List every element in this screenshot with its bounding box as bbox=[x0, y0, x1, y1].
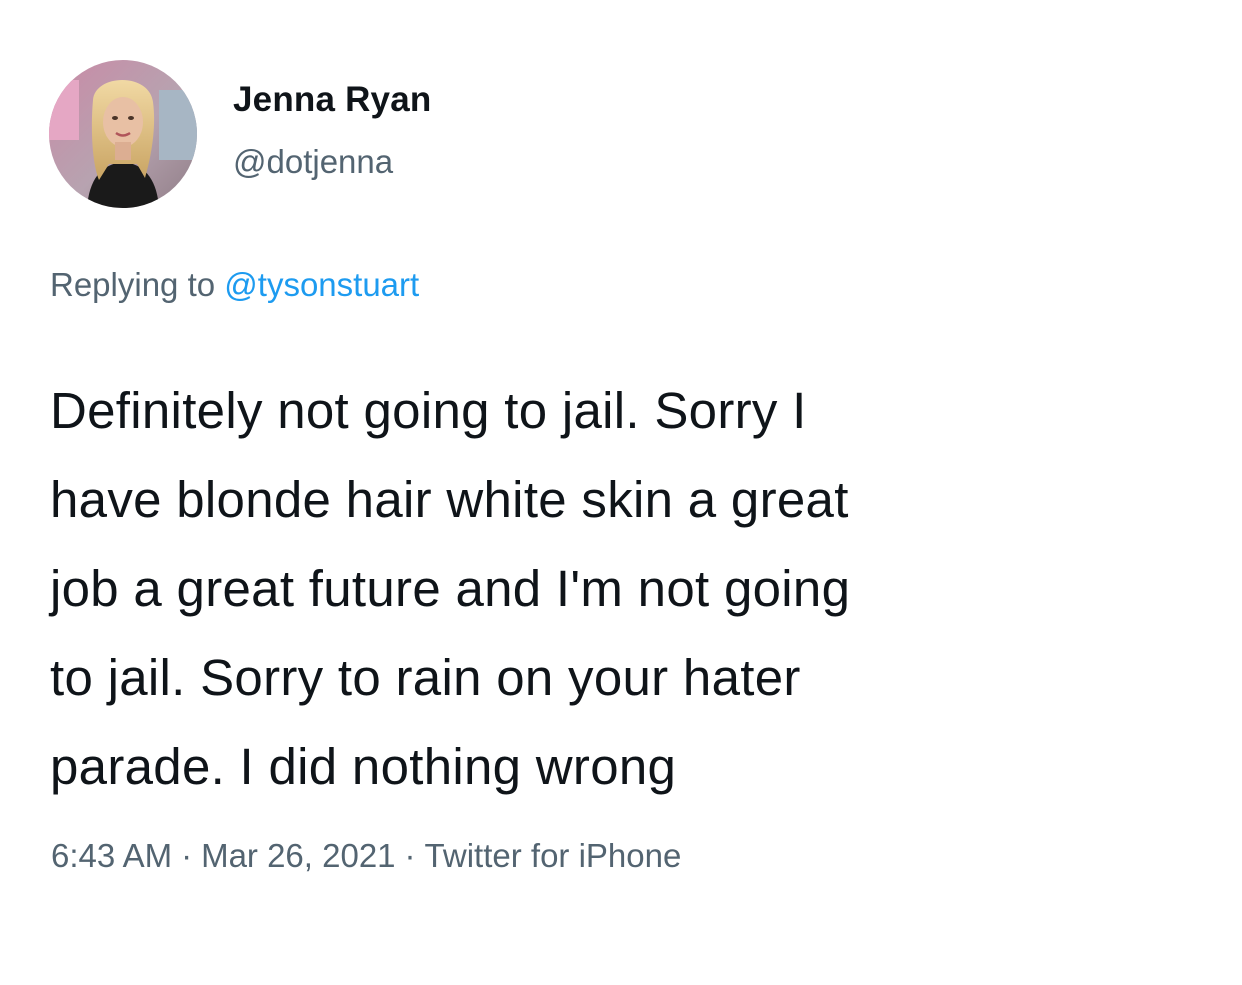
tweet-text-line: Definitely not going to jail. Sorry I bbox=[50, 382, 807, 439]
replying-to: Replying to @tysonstuart bbox=[50, 266, 419, 304]
tweet-text-line: to jail. Sorry to rain on your hater bbox=[50, 649, 801, 706]
reply-mention-link[interactable]: @tysonstuart bbox=[224, 266, 419, 303]
tweet-text-line: parade. I did nothing wrong bbox=[50, 738, 677, 795]
tweet-source[interactable]: Twitter for iPhone bbox=[425, 837, 682, 874]
meta-separator: · bbox=[181, 837, 193, 874]
tweet-text-line: have blonde hair white skin a great bbox=[50, 471, 849, 528]
display-name[interactable]: Jenna Ryan bbox=[233, 80, 431, 120]
tweet-text: Definitely not going to jail. Sorry I ha… bbox=[50, 366, 1160, 811]
avatar-photo bbox=[49, 60, 197, 208]
replying-to-label: Replying to bbox=[50, 266, 216, 303]
tweet-date[interactable]: Mar 26, 2021 bbox=[201, 837, 395, 874]
tweet-text-line: job a great future and I'm not going bbox=[50, 560, 851, 617]
tweet-time[interactable]: 6:43 AM bbox=[51, 837, 172, 874]
tweet-metadata: 6:43 AM · Mar 26, 2021 · Twitter for iPhone bbox=[51, 837, 681, 875]
tweet-card: Jenna Ryan @dotjenna Replying to @tysons… bbox=[0, 0, 1242, 985]
avatar[interactable] bbox=[49, 60, 197, 208]
user-handle[interactable]: @dotjenna bbox=[233, 143, 393, 181]
meta-separator: · bbox=[404, 837, 416, 874]
